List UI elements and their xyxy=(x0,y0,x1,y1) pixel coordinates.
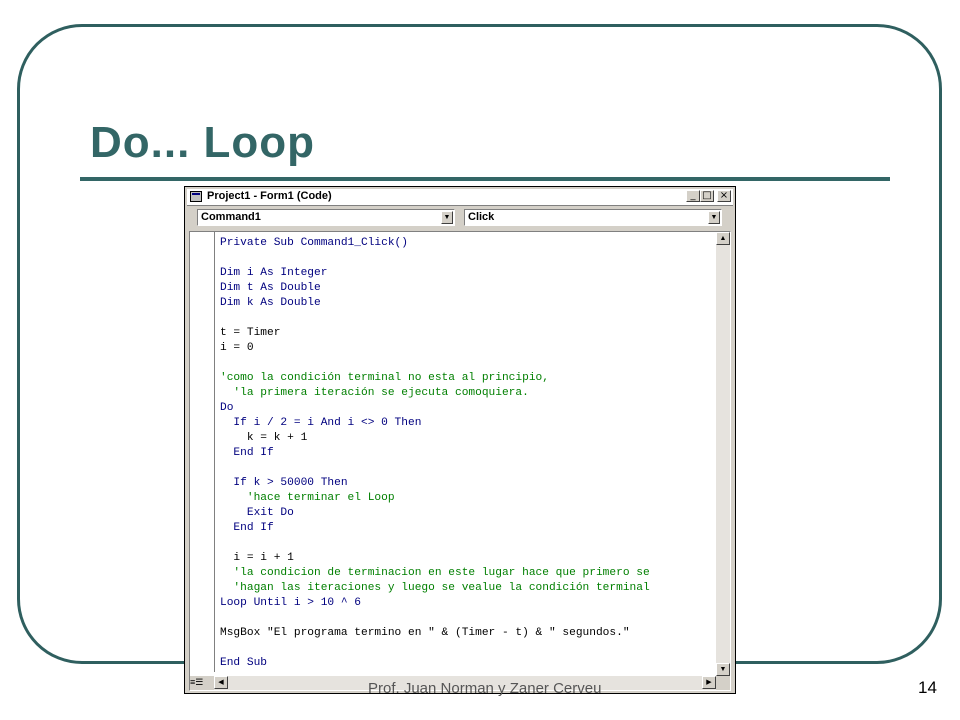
procedure-dropdown-value: Click xyxy=(468,211,495,223)
code-line: Dim k As Double xyxy=(220,297,321,309)
code-line: 'la condicion de terminacion en este lug… xyxy=(220,567,650,579)
scrollbar-corner xyxy=(716,676,730,690)
scroll-up-icon[interactable]: ▲ xyxy=(716,232,730,245)
code-line: 'hagan las iteraciones y luego se vealue… xyxy=(220,582,650,594)
code-line: Loop Until i > 10 ^ 6 xyxy=(220,597,361,609)
code-line: End Sub xyxy=(220,657,267,669)
code-line: t = Timer xyxy=(220,327,281,339)
code-line: End If xyxy=(220,522,274,534)
margin-indicator-bar xyxy=(190,232,215,672)
code-line: i = 0 xyxy=(220,342,254,354)
slide-title: Do... Loop xyxy=(90,118,316,167)
code-line: If i / 2 = i And i <> 0 Then xyxy=(220,417,422,429)
code-window[interactable]: Project1 - Form1 (Code) _ □ × Command1 ▼… xyxy=(184,186,736,694)
footer-author: Prof. Juan Norman y Zaner Cerveu xyxy=(368,680,602,697)
view-toggle-buttons[interactable]: ≡☰ xyxy=(190,676,214,690)
code-line: i = i + 1 xyxy=(220,552,294,564)
title-divider xyxy=(80,177,890,181)
code-editor[interactable]: Private Sub Command1_Click() Dim i As Int… xyxy=(189,231,731,691)
code-line: Do xyxy=(220,402,234,414)
code-line: 'como la condición terminal no esta al p… xyxy=(220,372,549,384)
code-line: End If xyxy=(220,447,274,459)
scroll-left-icon[interactable]: ◀ xyxy=(214,676,228,689)
vertical-scrollbar[interactable]: ▲ ▼ xyxy=(716,232,730,676)
procedure-dropdown[interactable]: Click ▼ xyxy=(464,209,722,226)
minimize-button[interactable]: _ xyxy=(686,190,700,202)
code-line: Dim t As Double xyxy=(220,282,321,294)
form-icon xyxy=(190,191,202,202)
code-line: k = k + 1 xyxy=(220,432,308,444)
code-line: 'hace terminar el Loop xyxy=(220,492,395,504)
window-titlebar[interactable]: Project1 - Form1 (Code) _ □ × xyxy=(187,189,733,206)
window-title: Project1 - Form1 (Code) xyxy=(207,190,332,202)
chevron-down-icon[interactable]: ▼ xyxy=(708,211,720,224)
code-line: Dim i As Integer xyxy=(220,267,328,279)
chevron-down-icon[interactable]: ▼ xyxy=(441,211,453,224)
code-line: MsgBox "El programa termino en " & (Time… xyxy=(220,627,630,639)
close-button[interactable]: × xyxy=(717,190,731,202)
code-line: Exit Do xyxy=(220,507,294,519)
code-line: 'la primera iteración se ejecuta comoqui… xyxy=(220,387,529,399)
scroll-down-icon[interactable]: ▼ xyxy=(716,663,730,676)
object-dropdown[interactable]: Command1 ▼ xyxy=(197,209,455,226)
scroll-right-icon[interactable]: ▶ xyxy=(702,676,716,689)
maximize-button[interactable]: □ xyxy=(700,190,714,202)
code-text[interactable]: Private Sub Command1_Click() Dim i As Int… xyxy=(220,236,650,671)
code-line: If k > 50000 Then xyxy=(220,477,348,489)
code-line: Private Sub Command1_Click() xyxy=(220,237,408,249)
page-number: 14 xyxy=(918,678,937,697)
object-dropdown-value: Command1 xyxy=(201,211,261,223)
